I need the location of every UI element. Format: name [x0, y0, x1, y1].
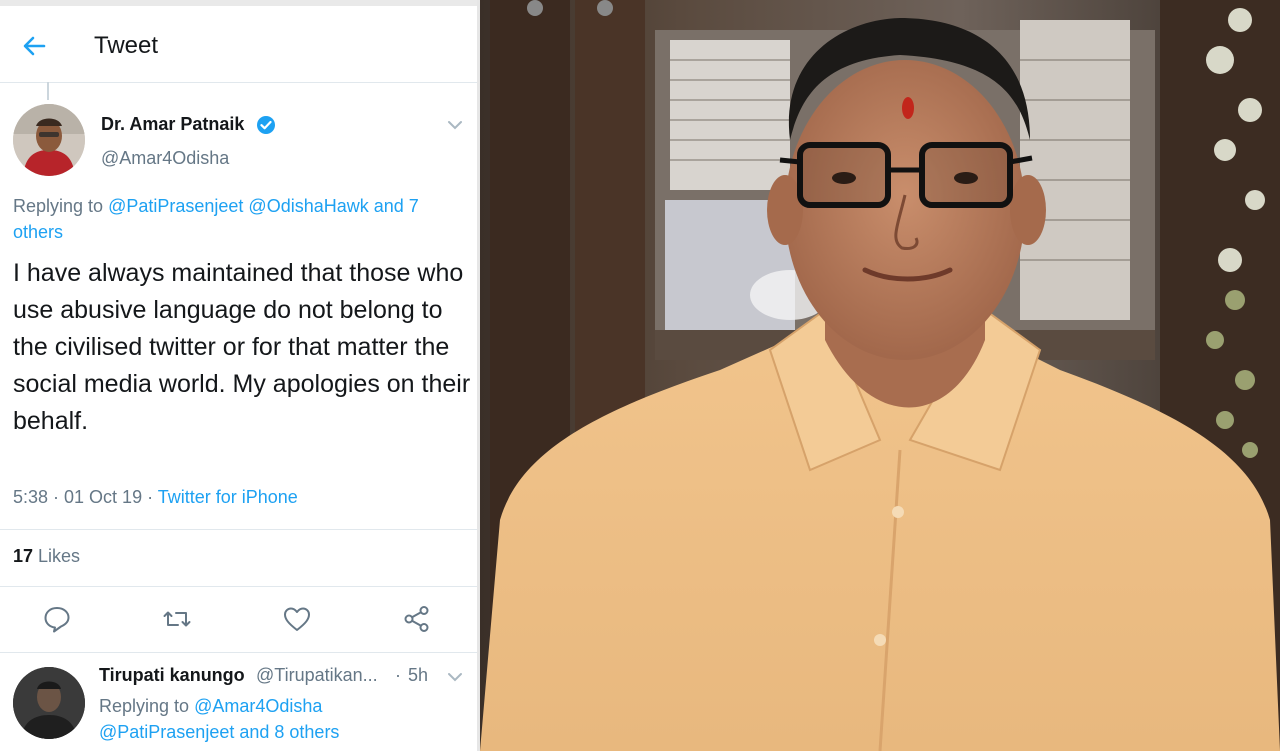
mention-link[interactable]: @PatiPrasenjeet	[108, 196, 243, 216]
chevron-down-icon[interactable]	[446, 116, 464, 134]
others-link[interactable]: and 8 others	[239, 722, 339, 742]
reply-author-name[interactable]: Tirupati kanungo	[99, 665, 245, 686]
tweet-text: I have always maintained that those who …	[13, 259, 471, 435]
mention-link[interactable]: @PatiPrasenjeet	[99, 722, 234, 742]
thread-connector	[47, 82, 49, 100]
share-icon[interactable]	[402, 604, 432, 634]
top-bar: Tweet	[0, 6, 477, 83]
mention-link[interactable]: @Amar4Odisha	[194, 696, 322, 716]
divider	[0, 529, 477, 530]
chevron-down-icon[interactable]	[446, 668, 464, 686]
reply-icon[interactable]	[42, 604, 72, 634]
separator-dot: ·	[395, 665, 401, 685]
replying-prefix: Replying to	[13, 196, 109, 216]
tweet-source-link[interactable]: Twitter for iPhone	[158, 487, 298, 507]
retweet-icon[interactable]	[162, 604, 192, 634]
author-handle[interactable]: @Amar4Odisha	[101, 148, 229, 169]
mention-link[interactable]: @OdishaHawk	[248, 196, 368, 216]
tweet-meta: 5:38 · 01 Oct 19 · Twitter for iPhone	[13, 487, 298, 508]
likes-number: 17	[13, 546, 34, 566]
verified-badge-icon	[257, 116, 275, 134]
reply-replying-to: Replying to @Amar4Odisha @PatiPrasenjeet …	[99, 693, 469, 745]
likes-label: Likes	[33, 546, 81, 566]
divider	[0, 652, 477, 653]
portrait-photo	[480, 0, 1280, 751]
reply-avatar[interactable]	[13, 667, 85, 739]
page-title: Tweet	[94, 32, 159, 59]
tweet-timestamp: 5:38 · 01 Oct 19 ·	[13, 487, 158, 507]
likes-count[interactable]: 17 Likes	[13, 546, 80, 567]
author-name[interactable]: Dr. Amar Patnaik	[101, 114, 244, 135]
tweet-panel: Tweet Dr. Amar Patnaik @Amar4Odisha Repl…	[0, 0, 477, 751]
like-icon[interactable]	[282, 604, 312, 634]
divider	[0, 586, 477, 587]
replying-prefix: Replying to	[99, 696, 195, 716]
author-avatar[interactable]	[13, 104, 85, 176]
reply-time: 5h	[408, 665, 429, 685]
arrow-left-icon[interactable]	[20, 32, 48, 60]
replying-to: Replying to @PatiPrasenjeet @OdishaHawk …	[13, 193, 468, 245]
reply-author-handle[interactable]: @Tirupatikan...	[256, 665, 378, 686]
portrait-illustration	[480, 0, 1280, 751]
